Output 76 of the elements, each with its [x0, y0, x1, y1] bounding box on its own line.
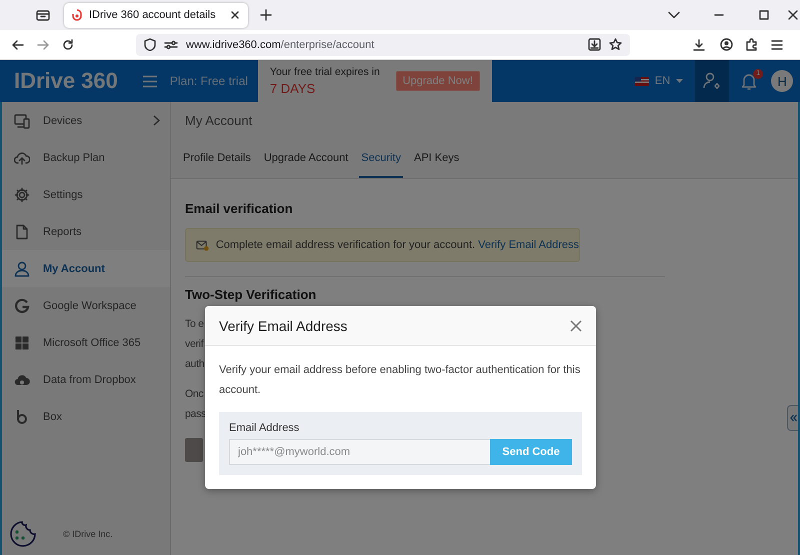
description-text: Onc — [185, 387, 204, 402]
sidebar-item[interactable]: Reports — [2, 213, 170, 250]
section-heading: Email verification — [185, 201, 294, 216]
download-icon[interactable] — [693, 38, 705, 50]
sidebar-item[interactable]: Backup Plan — [2, 139, 170, 176]
menu-icon[interactable] — [771, 40, 783, 50]
sidebar-item[interactable]: Box — [2, 398, 170, 435]
collapse-tab[interactable] — [787, 405, 798, 431]
dialog-message: Verify your email address before enabling two-factor authentication for this account. — [219, 363, 582, 398]
field-label: Email Address — [229, 422, 300, 434]
cloud-upload-icon — [14, 150, 30, 166]
trial-days: 7 DAYS — [270, 81, 396, 96]
copyright-text: © IDrive Inc. — [63, 529, 113, 539]
maximize-icon[interactable] — [759, 10, 769, 20]
upgrade-button[interactable]: Upgrade Now! — [396, 71, 480, 91]
sidebar-item[interactable]: Microsoft Office 365 — [2, 324, 170, 361]
user-settings-button[interactable] — [695, 60, 730, 102]
sidebar-item[interactable]: Settings — [2, 176, 170, 213]
document-icon — [14, 224, 30, 240]
caret-icon — [676, 79, 684, 83]
site-logo-icon — [72, 9, 82, 21]
close-icon[interactable] — [230, 10, 240, 20]
logo-text: IDrive — [14, 68, 76, 94]
letter-g-icon — [14, 298, 30, 314]
mail-warning-icon — [196, 238, 209, 252]
dialog-title: Verify Email Address — [219, 318, 348, 334]
alert-message: Complete email address verification for your account. Verify Email Address — [216, 239, 579, 251]
description-text: pass — [185, 407, 206, 422]
devices-icon — [14, 112, 30, 128]
address-bar[interactable]: www.idrive360.com/enterprise/account — [136, 34, 630, 56]
account-tab[interactable]: Security — [359, 139, 403, 178]
extensions-icon[interactable] — [745, 38, 758, 51]
tab-title: IDrive 360 account details — [89, 9, 217, 21]
user-gear-icon — [703, 72, 722, 90]
sidebar-item[interactable]: Google Workspace — [2, 287, 170, 324]
reload-icon[interactable] — [62, 38, 74, 50]
trial-text: Your free trial expires in — [270, 66, 381, 78]
description-text: To e — [185, 317, 204, 332]
user-avatar[interactable]: H — [771, 70, 794, 92]
page-title: My Account — [171, 102, 798, 139]
sidebar-item[interactable]: Data from Dropbox — [2, 361, 170, 398]
chevron-down-icon[interactable] — [668, 11, 680, 19]
settings-icon — [14, 186, 30, 202]
verify-email-link[interactable]: Verify Email Address — [478, 239, 579, 251]
settings-sliders-icon[interactable] — [164, 40, 178, 50]
bookmark-star-icon[interactable] — [609, 38, 622, 51]
forward-icon[interactable] — [37, 38, 49, 50]
account-tab[interactable]: Upgrade Account — [262, 139, 350, 178]
logo-text: 360 — [81, 68, 118, 94]
send-code-button[interactable]: Send Code — [490, 439, 572, 465]
account-tab[interactable]: Profile Details — [181, 139, 253, 178]
close-icon[interactable] — [788, 10, 798, 20]
plan-label: Plan: Free trial — [170, 74, 248, 88]
tab-list-icon[interactable] — [36, 9, 50, 21]
email-input[interactable]: joh*****@myworld.com — [229, 439, 490, 465]
url-text: www.idrive360.com/enterprise/account — [186, 38, 376, 50]
sidebar-item[interactable]: Devices — [2, 102, 170, 139]
cookie-icon[interactable] — [8, 520, 37, 548]
back-icon[interactable] — [12, 38, 24, 50]
save-to-page-icon[interactable] — [588, 38, 601, 51]
double-chevron-left-icon — [790, 414, 796, 422]
sidebar-item[interactable]: My Account — [2, 250, 170, 287]
new-tab-icon[interactable] — [260, 9, 272, 21]
person-icon — [14, 260, 30, 276]
account-icon[interactable] — [720, 38, 733, 51]
description-text: verif — [185, 337, 204, 352]
shield-icon[interactable] — [144, 38, 156, 51]
section-heading: Two-Step Verification — [185, 287, 318, 302]
account-tab[interactable]: API Keys — [412, 139, 462, 178]
letter-b-icon — [14, 408, 30, 424]
bell-icon[interactable] — [741, 72, 758, 90]
browser-tab[interactable]: IDrive 360 account details — [64, 2, 248, 28]
language-selector[interactable]: EN — [634, 75, 684, 87]
flag-icon — [634, 76, 649, 86]
grid-icon — [14, 334, 30, 350]
description-text: auth — [185, 357, 204, 372]
